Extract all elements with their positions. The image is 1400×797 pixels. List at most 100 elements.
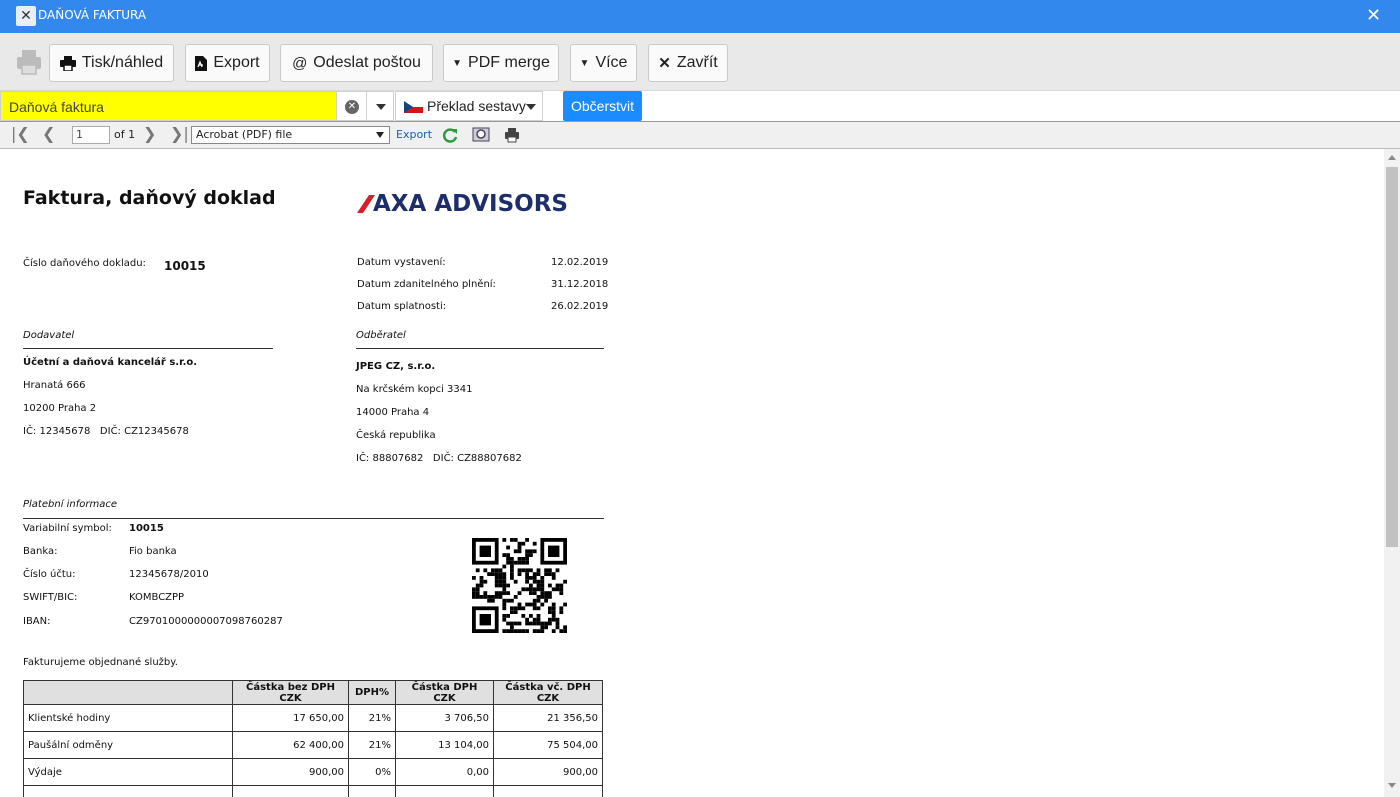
invoice-number-label: Číslo daňového dokladu: [23,258,146,269]
table-cell: 13 104,00 [395,731,494,759]
caret-down-icon: ▼ [452,57,463,69]
payment-value: 12345678/2010 [129,569,209,580]
print-icon[interactable] [503,126,521,144]
more-button[interactable]: ▼ Více [570,44,637,82]
chevron-down-icon [376,132,384,138]
table-cell: 21% [348,731,396,759]
refresh-icon[interactable] [441,126,459,144]
window-title: DAŇOVÁ FAKTURA [38,8,147,22]
report-dropdown-button[interactable] [367,91,394,121]
close-button[interactable]: ✕ Zavřít [648,44,728,82]
caret-down-icon: ▼ [579,57,590,69]
supplier-name: Účetní a daňová kancelář s.r.o. [23,357,198,368]
page-number-input[interactable]: 1 [72,126,110,144]
table-header: Částka DPH CZK [395,680,494,705]
report-select-input[interactable]: Daňová faktura [0,91,337,121]
table-cell [493,785,603,797]
svg-text:AXA ADVISORS: AXA ADVISORS [373,191,568,217]
print-icon [59,55,76,71]
clear-icon: ✕ [345,100,359,114]
pdf-merge-button[interactable]: ▼ PDF merge [443,44,559,82]
table-cell: 0% [348,758,396,786]
table-header [23,680,233,705]
date-due-value: 26.02.2019 [551,301,609,312]
date-taxable-label: Datum zdanitelného plnění: [357,279,496,290]
zoom-icon[interactable] [472,126,490,144]
table-cell [395,785,494,797]
table-header: Částka vč. DPH CZK [493,680,603,705]
print-preview-button[interactable]: Tisk/náhled [49,44,174,82]
at-icon: @ [292,54,308,72]
table-row: Paušální odměny 62 400,00 21% 13 104,00 … [23,731,603,759]
supplier-street: Hranatá 666 [23,380,86,391]
table-row: Klientské hodiny 17 650,00 21% 3 706,50 … [23,704,603,732]
payment-label: SWIFT/BIC: [23,592,78,603]
customer-street: Na krčském kopci 3341 [356,384,473,395]
export-button[interactable]: Export [185,44,270,82]
document-viewport: Faktura, daňový doklad AXA ADVISORS Čísl… [0,149,1384,797]
table-cell: Výdaje [23,758,233,786]
refresh-button[interactable]: Občerstvit [563,91,642,121]
last-page-icon[interactable]: ❯| [170,125,189,143]
customer-rule [356,348,604,349]
date-issued-label: Datum vystavení: [357,257,446,268]
printer-icon[interactable] [14,47,44,77]
customer-ids: IČ: 88807682 DIČ: CZ88807682 [356,453,522,464]
payment-value: KOMBCZPP [129,592,185,603]
date-due-label: Datum splatnosti: [357,301,447,312]
payment-value: Fio banka [129,546,177,557]
chevron-down-icon [526,104,536,110]
customer-name: JPEG CZ, s.r.o. [356,361,436,372]
main-toolbar: Tisk/náhled Export @ Odeslat poštou ▼ PD… [0,33,1400,91]
table-cell [232,785,349,797]
scroll-up-icon[interactable] [1388,155,1396,160]
table-row [23,785,603,797]
table-header: Částka bez DPH CZK [232,680,349,705]
viewer-export-link[interactable]: Export [396,128,432,141]
table-header: DPH% [348,680,396,705]
date-issued-value: 12.02.2019 [551,257,609,268]
previous-page-icon[interactable]: ❮ [42,125,55,143]
payment-heading: Platební informace [23,499,118,510]
scroll-down-icon[interactable] [1388,783,1396,788]
payment-label: Variabilní symbol: [23,523,112,534]
app-close-icon[interactable]: ✕ [16,6,36,26]
table-cell: 17 650,00 [232,704,349,732]
czech-flag-icon [404,101,423,113]
supplier-ids: IČ: 12345678 DIČ: CZ12345678 [23,426,189,437]
date-taxable-value: 31.12.2018 [551,279,609,290]
export-format-select[interactable]: Acrobat (PDF) file [191,126,390,144]
customer-country: Česká republika [356,430,436,441]
close-icon: ✕ [658,55,671,72]
payment-rule [23,518,604,519]
pdf-file-icon [195,55,208,71]
first-page-icon[interactable]: |❮ [11,125,30,143]
payment-label: Číslo účtu: [23,569,76,580]
table-cell: 0,00 [395,758,494,786]
scrollbar-thumb[interactable] [1386,167,1398,547]
page-count: of 1 [114,128,136,141]
table-cell: 21% [348,704,396,732]
table-cell: 21 356,50 [493,704,603,732]
clear-button[interactable]: ✕ [337,91,367,121]
table-cell: Paušální odměny [23,731,233,759]
company-logo: AXA ADVISORS [357,191,568,217]
invoice-title: Faktura, daňový doklad [23,187,276,209]
next-page-icon[interactable]: ❯ [143,125,156,143]
send-mail-button[interactable]: @ Odeslat poštou [280,44,433,82]
supplier-city: 10200 Praha 2 [23,403,97,414]
supplier-heading: Dodavatel [23,330,75,341]
close-window-icon[interactable]: ✕ [1366,6,1381,26]
language-dropdown[interactable]: Překlad sestavy [395,91,543,121]
table-cell: 900,00 [232,758,349,786]
customer-heading: Odběratel [356,330,406,341]
payment-label: IBAN: [23,616,51,627]
table-cell [348,785,396,797]
payment-value: CZ9701000000007098760287 [129,616,283,627]
payment-label: Banka: [23,546,58,557]
invoice-items-table: Částka bez DPH CZK DPH% Částka DPH CZK Č… [23,680,603,797]
payment-value: 10015 [129,523,164,534]
vertical-scrollbar[interactable] [1384,149,1400,797]
supplier-rule [23,348,273,349]
qr-code [472,538,567,633]
